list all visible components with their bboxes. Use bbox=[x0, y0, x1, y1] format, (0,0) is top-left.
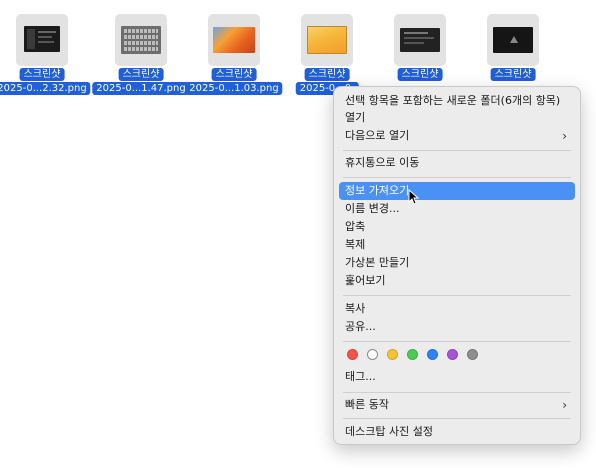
mouse-pointer-icon bbox=[408, 189, 420, 205]
tag-blue[interactable] bbox=[427, 349, 438, 360]
file-name-line-1: 스크린샷 bbox=[211, 68, 257, 81]
chevron-right-icon: › bbox=[562, 398, 567, 412]
menu-separator bbox=[343, 392, 571, 393]
file-name-line-1: 스크린샷 bbox=[304, 68, 350, 81]
menu-separator bbox=[343, 150, 571, 151]
menu-item-compress[interactable]: 압축 bbox=[339, 218, 575, 236]
file-thumbnail bbox=[115, 14, 167, 66]
file-name-line-1: 스크린샷 bbox=[490, 68, 536, 81]
file-thumbnail bbox=[208, 14, 260, 66]
file-thumbnail bbox=[16, 14, 68, 66]
menu-separator bbox=[343, 177, 571, 178]
file-thumbnail bbox=[394, 14, 446, 66]
file-name-line-1: 스크린샷 bbox=[118, 68, 164, 81]
menu-item-set-desktop-picture[interactable]: 데스크탑 사진 설정 bbox=[339, 423, 575, 441]
tag-none[interactable] bbox=[367, 349, 378, 360]
menu-item-make-alias[interactable]: 가상본 만들기 bbox=[339, 254, 575, 272]
file-thumbnail bbox=[301, 14, 353, 66]
file-screenshot-1[interactable]: 스크린샷 2025-0...2.32.png bbox=[0, 14, 91, 96]
menu-item-rename[interactable]: 이름 변경... bbox=[339, 200, 575, 218]
menu-item-duplicate[interactable]: 복제 bbox=[339, 236, 575, 254]
menu-separator bbox=[343, 295, 571, 296]
file-name-line-2: 2025-0...1.47.png bbox=[92, 82, 190, 95]
menu-item-share[interactable]: 공유... bbox=[339, 318, 575, 336]
menu-item-label: 다음으로 열기 bbox=[345, 129, 410, 142]
file-screenshot-4[interactable]: 스크린샷 2025-0...0. bbox=[281, 14, 373, 96]
context-menu: 선택 항목을 포함하는 새로운 폴더(6개의 항목) 열기 다음으로 열기 › … bbox=[333, 86, 581, 445]
tag-green[interactable] bbox=[407, 349, 418, 360]
menu-item-quick-actions[interactable]: 빠른 동작 › bbox=[339, 396, 575, 414]
file-name-line-1: 스크린샷 bbox=[19, 68, 65, 81]
tag-purple[interactable] bbox=[447, 349, 458, 360]
file-screenshot-3[interactable]: 스크린샷 2025-0...1.03.png bbox=[185, 14, 283, 96]
menu-item-new-folder-with-selection[interactable]: 선택 항목을 포함하는 새로운 폴더(6개의 항목) bbox=[339, 92, 575, 110]
file-screenshot-6[interactable]: 스크린샷 bbox=[467, 14, 559, 96]
file-thumbnail bbox=[487, 14, 539, 66]
menu-item-tags[interactable]: 태그... bbox=[339, 368, 575, 386]
menu-item-get-info[interactable]: 정보 가져오기 bbox=[339, 182, 575, 200]
tag-yellow[interactable] bbox=[387, 349, 398, 360]
menu-item-copy[interactable]: 복사 bbox=[339, 300, 575, 318]
tag-gray[interactable] bbox=[467, 349, 478, 360]
chevron-right-icon: › bbox=[562, 129, 567, 143]
menu-separator bbox=[343, 341, 571, 342]
menu-item-label: 빠른 동작 bbox=[345, 398, 389, 411]
menu-item-open[interactable]: 열기 bbox=[339, 109, 575, 127]
file-screenshot-2[interactable]: 스크린샷 2025-0...1.47.png bbox=[92, 14, 190, 96]
file-name-line-1: 스크린샷 bbox=[397, 68, 443, 81]
file-screenshot-5[interactable]: 스크린샷 bbox=[374, 14, 466, 96]
menu-item-quick-look[interactable]: 훑어보기 bbox=[339, 272, 575, 290]
menu-separator bbox=[343, 418, 571, 419]
file-name-line-2: 2025-0...2.32.png bbox=[0, 82, 91, 95]
menu-item-open-with[interactable]: 다음으로 열기 › bbox=[339, 127, 575, 145]
tag-red[interactable] bbox=[347, 349, 358, 360]
menu-item-move-to-trash[interactable]: 휴지통으로 이동 bbox=[339, 154, 575, 172]
file-name-line-2: 2025-0...1.03.png bbox=[185, 82, 283, 95]
